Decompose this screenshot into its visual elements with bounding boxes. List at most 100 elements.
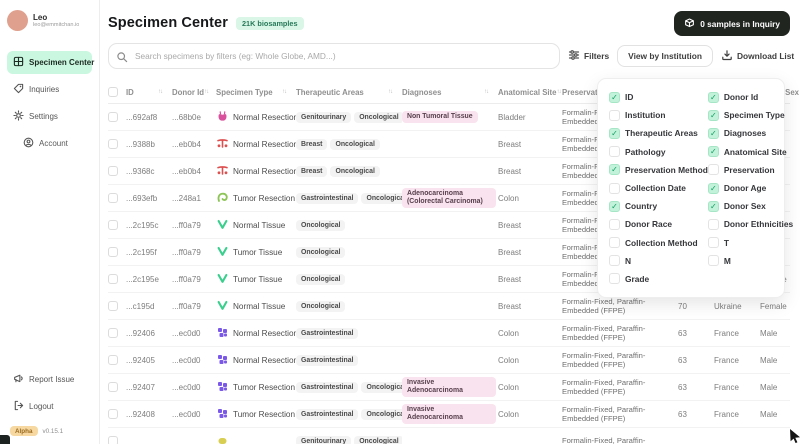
checkbox-icon[interactable] <box>609 146 620 157</box>
checkbox-checked-icon[interactable]: ✓ <box>708 183 719 194</box>
column-toggle-donor-id[interactable]: ✓Donor Id <box>708 88 793 106</box>
column-toggle-id[interactable]: ✓ID <box>609 88 708 106</box>
column-header[interactable]: Specimen Type↑↓ <box>216 88 296 97</box>
column-toggle-donor-race[interactable]: Donor Race <box>609 215 708 233</box>
gear-icon <box>13 110 24 123</box>
column-toggle-collection-date[interactable]: Collection Date <box>609 179 708 197</box>
table-row[interactable]: GenitourinaryOncologicalFormalin-Fixed, … <box>108 428 790 444</box>
row-checkbox[interactable] <box>108 193 118 203</box>
inquiry-cart-button[interactable]: 0 samples in Inquiry <box>674 11 790 36</box>
checkbox-icon[interactable] <box>708 237 719 248</box>
row-checkbox[interactable] <box>108 247 118 257</box>
column-toggle-m[interactable]: M <box>708 252 793 270</box>
specimen-id: ...2c195c <box>126 221 172 230</box>
row-checkbox[interactable] <box>108 355 118 365</box>
sidebar-item-logout[interactable]: Logout <box>7 395 92 418</box>
checkbox-checked-icon[interactable]: ✓ <box>609 92 620 103</box>
column-toggle-institution[interactable]: Institution <box>609 106 708 124</box>
checkbox-checked-icon[interactable]: ✓ <box>708 128 719 139</box>
column-toggle-donor-sex[interactable]: ✓Donor Sex <box>708 197 793 215</box>
column-header[interactable]: Donor Id↑↓ <box>172 88 216 97</box>
select-all-checkbox[interactable] <box>108 87 118 97</box>
sort-icon[interactable]: ↑↓ <box>204 89 208 95</box>
sidebar-item-settings[interactable]: Settings <box>7 105 92 128</box>
table-row[interactable]: ...92405...ec0d0Normal ResectionGastroin… <box>108 347 790 374</box>
row-checkbox[interactable] <box>108 301 118 311</box>
row-checkbox[interactable] <box>108 409 118 419</box>
checkbox-icon[interactable] <box>609 273 620 284</box>
sidebar-item-account[interactable]: Account <box>17 132 92 155</box>
colon-green-icon <box>216 191 229 206</box>
column-toggle-n[interactable]: N <box>609 252 708 270</box>
column-toggle-specimen-type[interactable]: ✓Specimen Type <box>708 106 793 124</box>
column-toggle-preservation[interactable]: Preservation <box>708 161 793 179</box>
row-checkbox[interactable] <box>108 382 118 392</box>
checkbox-checked-icon[interactable]: ✓ <box>708 92 719 103</box>
table-row[interactable]: ...92406...ec0d0Normal ResectionGastroin… <box>108 320 790 347</box>
checkbox-checked-icon[interactable]: ✓ <box>609 201 620 212</box>
sort-icon[interactable]: ↑↓ <box>282 89 286 95</box>
sort-icon[interactable]: ↑↓ <box>484 89 488 95</box>
column-toggle-therapeutic-areas[interactable]: ✓Therapeutic Areas <box>609 124 708 142</box>
sidebar-item-specimen-center[interactable]: Specimen Center <box>7 51 92 74</box>
checkbox-checked-icon[interactable]: ✓ <box>708 146 719 157</box>
preservation-method: Formalin-Fixed, Paraffin-Embedded (FFPE) <box>562 351 678 369</box>
row-checkbox[interactable] <box>108 436 118 444</box>
anatomical-site: Breast <box>498 221 562 230</box>
checkbox-icon[interactable] <box>708 164 719 175</box>
column-header[interactable]: ID↑↓ <box>126 88 172 97</box>
checkbox-icon[interactable] <box>708 219 719 230</box>
view-by-institution-button[interactable]: View by Institution <box>617 45 713 67</box>
download-list-button[interactable]: Download List <box>721 49 794 63</box>
table-row[interactable]: ...92407...ec0d0Tumor ResectionGastroint… <box>108 374 790 401</box>
column-toggle-t[interactable]: T <box>708 234 793 252</box>
filters-button[interactable]: Filters <box>568 49 609 63</box>
checkbox-checked-icon[interactable]: ✓ <box>708 110 719 121</box>
checkbox-icon[interactable] <box>609 255 620 266</box>
column-toggle-country[interactable]: ✓ Country <box>609 197 708 215</box>
table-row[interactable]: ...92408...ec0d0Tumor ResectionGastroint… <box>108 401 790 428</box>
row-checkbox[interactable] <box>108 166 118 176</box>
row-checkbox[interactable] <box>108 328 118 338</box>
checkbox-icon[interactable] <box>609 237 620 248</box>
specimen-type: Tumor Resection <box>216 191 296 206</box>
sidebar-item-inquiries[interactable]: Inquiries <box>7 78 92 101</box>
column-toggle-label: T <box>724 238 729 248</box>
sort-icon[interactable]: ↑↓ <box>388 89 392 95</box>
column-toggle-pathology[interactable]: Pathology <box>609 143 708 161</box>
checkbox-icon[interactable] <box>708 255 719 266</box>
column-toggle-grade[interactable]: Grade <box>609 270 708 288</box>
column-toggle-donor-age[interactable]: ✓Donor Age <box>708 179 793 197</box>
column-toggle-diagnoses[interactable]: ✓Diagnoses <box>708 124 793 142</box>
row-checkbox[interactable] <box>108 274 118 284</box>
anatomical-site: Bladder <box>498 113 562 122</box>
column-toggle-anatomical-site[interactable]: ✓Anatomical Site <box>708 143 793 161</box>
row-checkbox[interactable] <box>108 112 118 122</box>
column-toggle-label: Country <box>625 201 657 211</box>
donor-age: 70 <box>678 302 714 311</box>
checkbox-checked-icon[interactable]: ✓ <box>609 128 620 139</box>
donor-id: ...eb0b4 <box>172 140 216 149</box>
breast-mint-icon <box>216 245 229 260</box>
search-input[interactable] <box>108 43 560 69</box>
user-profile[interactable]: Leo leo@emmitchan.io <box>7 10 92 31</box>
sidebar-item-report-issue[interactable]: Report Issue <box>7 368 92 391</box>
page-title: Specimen Center <box>108 15 228 31</box>
sort-icon[interactable]: ↑↓ <box>158 89 162 95</box>
checkbox-icon[interactable] <box>609 183 620 194</box>
column-header[interactable]: Anatomical Site↑↓ <box>498 88 562 97</box>
column-toggle-collection-method[interactable]: Collection Method <box>609 234 708 252</box>
country: France <box>714 356 760 365</box>
column-header[interactable]: Therapeutic Areas↑↓ <box>296 88 402 97</box>
column-header[interactable]: Diagnoses↑↓ <box>402 88 498 97</box>
checkbox-checked-icon[interactable]: ✓ <box>708 201 719 212</box>
checkbox-icon[interactable] <box>609 110 620 121</box>
checkbox-icon[interactable] <box>609 219 620 230</box>
column-toggle-donor-ethnicities[interactable]: Donor Ethnicities <box>708 215 793 233</box>
sort-icon[interactable]: ↑↓ <box>557 89 561 95</box>
row-checkbox[interactable] <box>108 139 118 149</box>
row-checkbox[interactable] <box>108 220 118 230</box>
therapeutic-areas: BreastOncological <box>296 166 402 177</box>
column-toggle-preservation-method[interactable]: ✓Preservation Method <box>609 161 708 179</box>
checkbox-checked-icon[interactable]: ✓ <box>609 164 620 175</box>
